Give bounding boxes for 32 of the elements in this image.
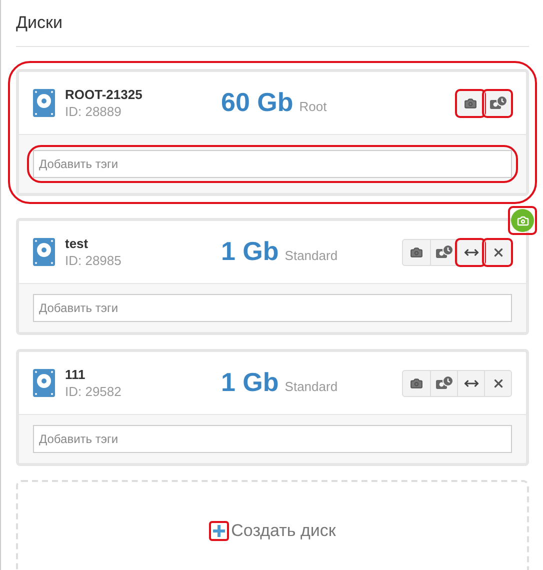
page-title: Диски bbox=[16, 13, 62, 32]
disk-name: test bbox=[65, 235, 90, 252]
create-disk-label[interactable]: Создать диск bbox=[231, 518, 336, 544]
snapshot-button[interactable] bbox=[457, 90, 484, 116]
disk-type: Root bbox=[299, 98, 327, 116]
disk-id: ID: 29582 bbox=[65, 383, 122, 400]
disk-type: Standard bbox=[284, 247, 338, 266]
disk-size: 1 Gb bbox=[221, 369, 279, 396]
camera-icon bbox=[464, 96, 477, 110]
disk-size: 60 Gb bbox=[221, 89, 294, 116]
camera-icon bbox=[410, 376, 423, 390]
disk-size: 1 Gb bbox=[221, 238, 279, 264]
disk-id: ID: 28889 bbox=[65, 103, 122, 120]
disk-name: ROOT-21325 bbox=[65, 86, 144, 103]
disk-id: ID: 28985 bbox=[65, 252, 122, 269]
resize-button[interactable] bbox=[457, 240, 484, 264]
plus-icon bbox=[212, 524, 226, 538]
disk-name: 111 bbox=[65, 366, 86, 383]
camera-clock-icon bbox=[490, 96, 506, 110]
tags-input[interactable]: Добавить тэги bbox=[33, 150, 512, 178]
camera-icon bbox=[410, 246, 423, 258]
camera-clock-icon bbox=[436, 245, 452, 259]
tags-input[interactable]: Добавить тэги bbox=[33, 294, 512, 322]
create-disk-area[interactable]: Создать диск bbox=[16, 480, 529, 570]
close-icon bbox=[492, 246, 504, 258]
camera-icon bbox=[516, 214, 528, 226]
schedule-button[interactable] bbox=[484, 90, 511, 116]
camera-clock-icon bbox=[436, 376, 452, 390]
close-icon bbox=[492, 376, 504, 390]
delete-button[interactable] bbox=[484, 240, 511, 264]
tags-input[interactable]: Добавить тэги bbox=[33, 425, 512, 453]
disk-type: Standard bbox=[284, 378, 338, 396]
